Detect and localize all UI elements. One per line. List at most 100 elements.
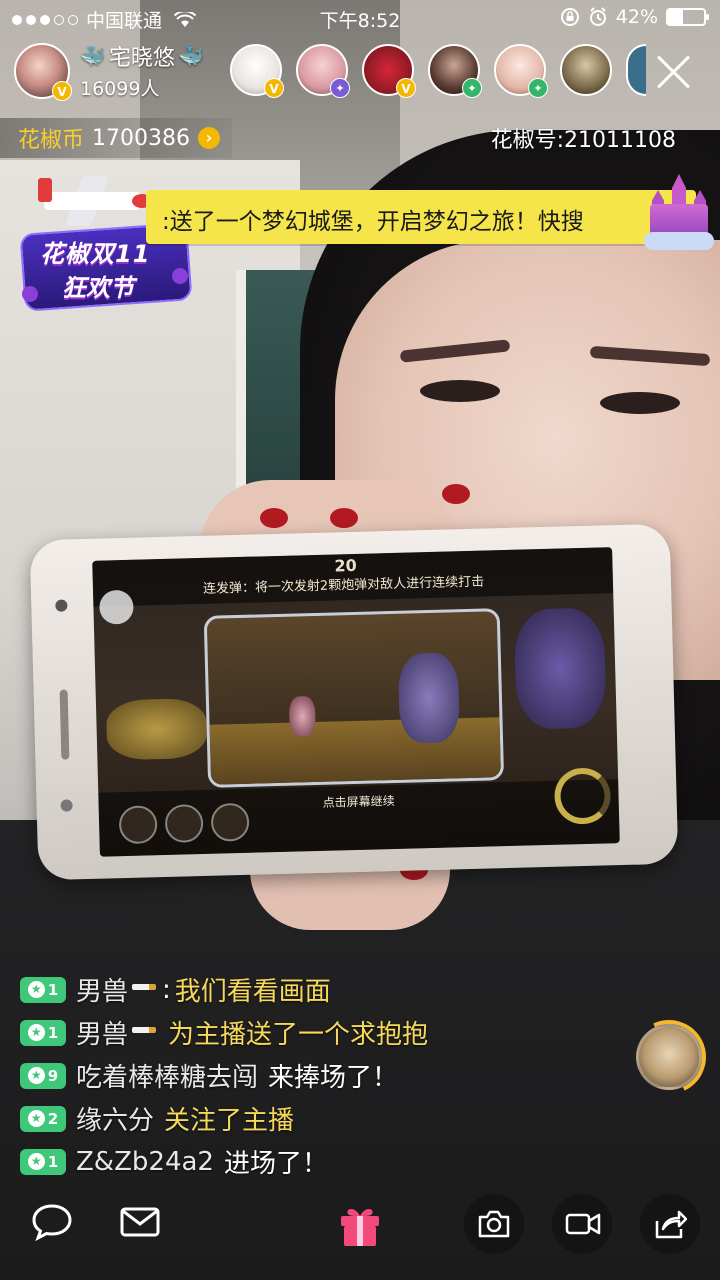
host-info[interactable]: V 🐳 宅晓悠 🐳 16099人 [14,40,204,101]
status-right: 42% [560,6,709,28]
chat-text: 为主播送了一个求抱抱 [168,1020,429,1050]
star-icon: ★ [27,981,45,998]
airplane-body [44,192,144,210]
video-icon[interactable] [552,1194,612,1254]
host-name: 宅晓悠 [108,46,175,71]
star-icon: ★ [27,1067,45,1084]
viewer-avatar[interactable]: V [230,44,284,98]
user-level-badge: ★ 1 [20,1019,66,1046]
gift-announcement-banner[interactable]: :送了一个梦幻城堡，开启梦幻之旅！快搜 [146,190,696,244]
user-level-badge: ★ 2 [20,1105,66,1132]
chat-username[interactable]: 男兽 [76,971,128,1008]
status-bar: 中国联通 下午8:52 42% [0,0,720,36]
phone-speaker [59,689,70,760]
chat-username[interactable]: Z&Zb24a2 [76,1147,214,1177]
verified-badge: V [396,78,416,98]
user-level-badge: ★ 1 [20,1148,66,1175]
chat-separator: : [162,974,171,1005]
popup-enemy [288,696,316,737]
chat-message[interactable]: ★ 1 男兽 : 我们看看画面 [20,968,620,1011]
game-screen: 20 连发弹：将一次发射2颗炮弹对敌人进行连续打击 点击屏幕继续 [92,547,620,857]
cigarette-icon [132,983,157,990]
star-icon: ★ [27,1110,45,1127]
host-name-row: 🐳 宅晓悠 🐳 [80,40,204,72]
airplane-tail [38,178,52,202]
viewer-avatar[interactable]: ✦ [428,44,482,98]
coin-balance[interactable]: 花椒币 1700386 › [0,118,232,158]
viewer-avatar[interactable]: ✦ [296,44,350,98]
festival-ball [22,286,38,302]
chevron-right-icon[interactable]: › [198,127,220,149]
fingernail [330,508,358,528]
chat-text: 我们看看画面 [174,977,331,1007]
rank-badge: ✦ [330,78,350,98]
rotation-lock-icon [560,8,579,26]
doge-avatar-button[interactable] [636,1024,702,1090]
star-icon: ★ [27,1024,45,1041]
share-icon[interactable] [640,1194,700,1254]
verified-badge: V [52,80,72,101]
game-gold-pile [105,697,208,761]
camera-icon[interactable] [464,1194,524,1254]
user-level: 2 [47,1109,59,1128]
host-avatar[interactable]: V [14,42,72,101]
battery-percent: 42% [615,6,658,28]
viewer-avatar[interactable]: ✦ [494,44,548,98]
whale-icon: 🐳 [80,44,105,68]
user-level-badge: ★ 1 [20,976,66,1003]
streamer-eye-right [600,392,680,414]
rank-badge: ✦ [462,78,482,98]
chat-username[interactable]: 缘六分 [76,1100,154,1137]
phone-button [60,799,73,812]
chat-message[interactable]: ★ 1 Z&Zb24a2 进场了！ [20,1140,620,1183]
chat-message[interactable]: ★ 9 吃着棒棒糖去闯 来捧场了！ [20,1054,620,1097]
coin-label: 花椒币 [18,128,85,153]
viewer-avatar[interactable] [560,44,612,96]
chat-message[interactable]: ★ 1 男兽 为主播送了一个求抱抱 [20,1011,620,1054]
chat-username[interactable]: 吃着棒棒糖去闯 [76,1057,258,1094]
user-level-badge: ★ 9 [20,1062,66,1089]
airplane-icon [34,172,154,228]
gift-announcement-text: :送了一个梦幻城堡，开启梦幻之旅！快搜 [162,209,584,235]
chat-bubble-icon[interactable] [30,1200,80,1250]
fingernail [442,484,470,504]
popup-hero [397,652,461,744]
rank-badge: ✦ [528,78,548,98]
festival-title-line2: 狂欢节 [62,274,134,302]
chat-text: 来捧场了！ [268,1063,399,1093]
user-level: 1 [47,1152,59,1171]
game-timer: 20 [334,555,357,576]
festival-title-line1: 花椒双11 [40,240,151,268]
user-level: 9 [47,1066,59,1085]
close-icon[interactable] [654,52,694,92]
chat-text: 进场了！ [223,1149,328,1179]
viewer-avatar-list[interactable]: V ✦ V ✦ ✦ [230,44,646,98]
phone-camera [55,599,68,612]
whale-icon: 🐳 [178,44,204,68]
castle-cloud [644,232,714,250]
alarm-icon [589,7,606,26]
gamepad-icon [98,589,134,625]
chat-list: ★ 1 男兽 : 我们看看画面 ★ 1 男兽 为主播送了一个求抱抱 ★ 9 吃着棒棒糖… [20,968,620,1183]
bottom-toolbar [0,1190,720,1270]
chat-text: 关注了主播 [164,1106,295,1136]
cigarette-icon [132,1026,157,1033]
gift-icon[interactable] [335,1200,385,1250]
game-tutorial-popup [203,608,505,788]
chat-message[interactable]: ★ 2 缘六分 关注了主播 [20,1097,620,1140]
coin-value: 1700386 [92,125,190,151]
host-viewer-count: 16099人 [80,78,160,100]
festival-ball [172,268,188,284]
room-id: 花椒号:21011108 [490,128,676,153]
streamer-eye-left [420,380,500,402]
battery-fill [668,10,684,24]
user-level: 1 [47,980,59,999]
game-monster [513,607,607,730]
game-continue-text: 点击屏幕继续 [322,793,395,810]
mail-icon[interactable] [118,1200,168,1250]
held-phone: 20 连发弹：将一次发射2颗炮弹对敌人进行连续打击 点击屏幕继续 [29,523,679,881]
fingernail [260,508,288,528]
chat-username[interactable]: 男兽 [76,1014,128,1051]
viewer-avatar[interactable]: V [362,44,416,98]
viewer-avatar-partial[interactable] [626,44,646,96]
